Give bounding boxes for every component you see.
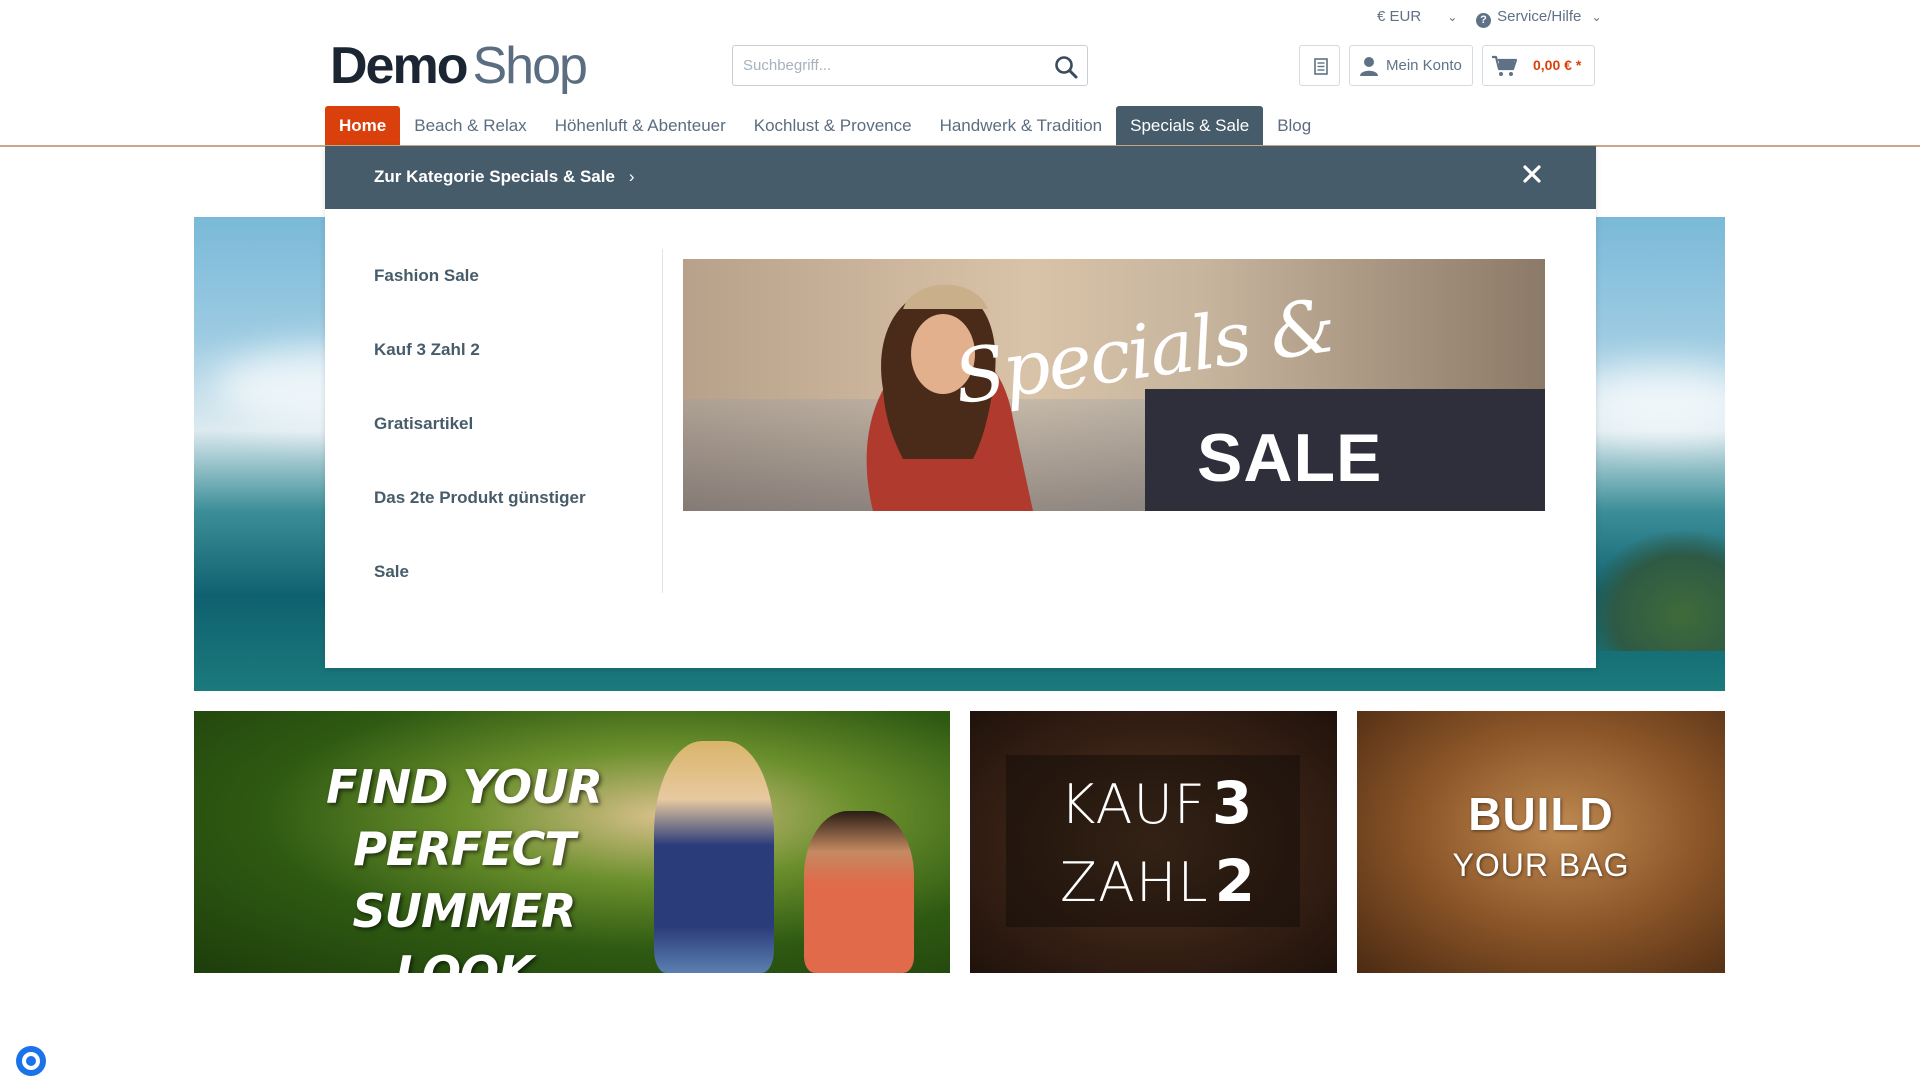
category-link[interactable]: Zur Kategorie Specials & Sale › (374, 167, 635, 187)
specials-sale-banner[interactable]: Specials & SALE (683, 259, 1545, 511)
mega-item-kauf-3-zahl-2[interactable]: Kauf 3 Zahl 2 (374, 340, 586, 414)
search-input[interactable] (733, 46, 1023, 85)
teaser-kauf3-zahl2[interactable]: KAUF 3 ZAHL 2 (970, 711, 1337, 973)
account-button[interactable]: Mein Konto (1349, 45, 1473, 86)
nav-item-beach-relax[interactable]: Beach & Relax (400, 106, 540, 146)
mega-item-fashion-sale[interactable]: Fashion Sale (374, 266, 586, 340)
cart-total: 0,00 € * (1533, 57, 1582, 73)
hero-island (1585, 531, 1725, 651)
teaser-build-text: BUILD (1468, 788, 1614, 840)
teaser-kauf-line: KAUF 3 (1060, 769, 1253, 837)
notes-button[interactable] (1299, 45, 1340, 86)
teaser-summer-line: FIND YOUR (326, 760, 603, 814)
teaser-build-your-bag[interactable]: BUILD YOUR BAG (1357, 711, 1725, 973)
currency-selector[interactable]: € EUR ⌄ (1377, 8, 1457, 25)
chevron-right-icon: › (628, 167, 635, 186)
shop-logo[interactable]: Demo Shop (330, 37, 588, 95)
teaser-kauf-word: KAUF (1060, 773, 1206, 836)
mega-menu: Zur Kategorie Specials & Sale › Fashion S… (325, 146, 1596, 668)
teaser-bag-text: YOUR BAG (1452, 847, 1630, 883)
cart-button[interactable]: 0,00 € * (1482, 45, 1595, 86)
currency-label: € EUR (1377, 8, 1422, 25)
nav-item-blog[interactable]: Blog (1263, 106, 1325, 146)
teaser-kauf-number: 3 (1212, 769, 1254, 837)
chevron-down-icon: ⌄ (1591, 10, 1602, 24)
teaser-summer-text: FIND YOUR PERFECT SUMMER LOOK (294, 756, 634, 973)
service-label: Service/Hilfe (1497, 8, 1582, 25)
teaser-zahl-number: 2 (1214, 847, 1256, 915)
help-icon: ? (1476, 13, 1491, 28)
teaser-summer-line: PERFECT (353, 822, 576, 876)
top-bar: € EUR ⌄ ? Service/Hilfe ⌄ (0, 6, 1920, 28)
user-icon (1360, 57, 1378, 76)
mega-menu-header: Zur Kategorie Specials & Sale › (325, 146, 1596, 209)
mega-menu-list: Fashion Sale Kauf 3 Zahl 2 Gratisartikel… (374, 266, 586, 636)
mega-item-sale[interactable]: Sale (374, 562, 586, 636)
teaser-person-woman (654, 741, 774, 973)
nav-item-handwerk-tradition[interactable]: Handwerk & Tradition (926, 106, 1117, 146)
account-label: Mein Konto (1386, 57, 1462, 74)
search-box (732, 45, 1088, 86)
category-link-label: Zur Kategorie Specials & Sale (374, 167, 615, 186)
hero-cloud (1574, 367, 1725, 437)
nav-item-specials-sale[interactable]: Specials & Sale (1116, 106, 1264, 146)
mega-item-gratisartikel[interactable]: Gratisartikel (374, 414, 586, 488)
notes-icon (1314, 58, 1328, 75)
banner-sale-text: SALE (1197, 420, 1383, 496)
nav-item-home[interactable]: Home (325, 106, 401, 146)
nav-item-hoehenluft-abenteuer[interactable]: Höhenluft & Abenteuer (541, 106, 740, 146)
logo-shop: Shop (472, 37, 587, 95)
cart-icon (1492, 55, 1518, 76)
close-icon[interactable] (1520, 162, 1544, 186)
recaptcha-badge-icon[interactable] (16, 1046, 46, 1076)
chevron-down-icon: ⌄ (1447, 10, 1458, 24)
mega-item-2te-produkt[interactable]: Das 2te Produkt günstiger (374, 488, 586, 562)
teaser-summer-look[interactable]: FIND YOUR PERFECT SUMMER LOOK (194, 711, 950, 973)
main-navigation: Home Beach & Relax Höhenluft & Abenteuer… (325, 106, 1325, 146)
teaser-person-man (804, 811, 914, 973)
logo-demo: Demo (330, 37, 468, 95)
mega-menu-divider (662, 249, 663, 593)
search-icon[interactable] (1053, 54, 1079, 80)
teaser-summer-line: SUMMER LOOK (352, 884, 577, 973)
teaser-zahl-line: ZAHL 2 (1060, 847, 1256, 915)
nav-item-kochlust-provence[interactable]: Kochlust & Provence (740, 106, 926, 146)
service-menu[interactable]: ? Service/Hilfe ⌄ (1476, 8, 1602, 28)
teaser-zahl-word: ZAHL (1060, 851, 1209, 914)
